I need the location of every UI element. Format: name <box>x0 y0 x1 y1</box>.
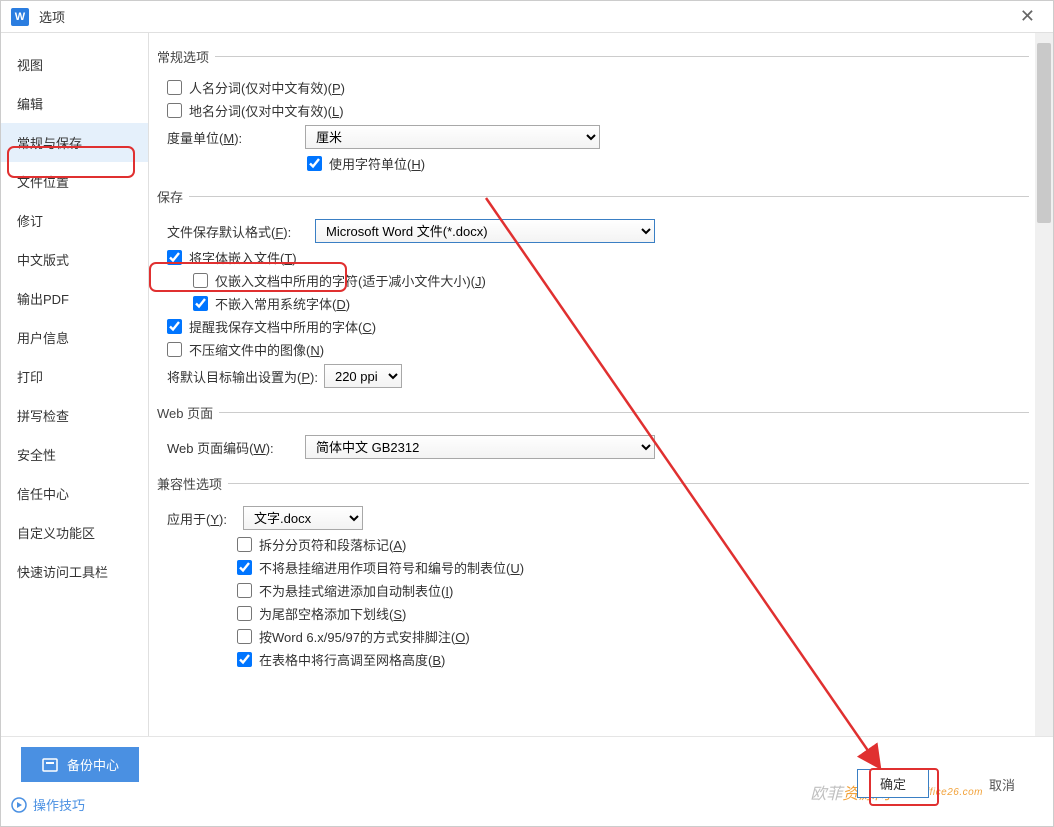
ok-button[interactable]: 确定 <box>857 769 929 798</box>
dialog-body: 视图 编辑 常规与保存 文件位置 修订 中文版式 输出PDF 用户信息 打印 拼… <box>1 33 1053 736</box>
sidebar-item-revise[interactable]: 修订 <box>1 201 148 240</box>
content-scroll[interactable]: 常规选项 人名分词(仅对中文有效)(P) 地名分词(仅对中文有效)(L) 度量单… <box>149 33 1053 736</box>
check-char-unit-box[interactable] <box>307 156 322 171</box>
backup-center-button[interactable]: 备份中心 <box>21 747 139 782</box>
options-dialog: W 选项 ✕ 视图 编辑 常规与保存 文件位置 修订 中文版式 输出PDF 用户… <box>0 0 1054 827</box>
check-embed-used[interactable]: 仅嵌入文档中所用的字符(适于减小文件大小)(J) <box>193 271 1029 290</box>
section-save-legend: 保存 <box>157 187 189 206</box>
bottom-bar: 备份中心 操作技巧 欧菲资源网 www.office26.com 确定 取消 <box>1 736 1053 826</box>
section-general: 常规选项 人名分词(仅对中文有效)(P) 地名分词(仅对中文有效)(L) 度量单… <box>159 47 1029 177</box>
section-general-legend: 常规选项 <box>157 47 215 66</box>
sidebar-item-print[interactable]: 打印 <box>1 357 148 396</box>
check-no-common-box[interactable] <box>193 296 208 311</box>
compat-item-0[interactable]: 拆分分页符和段落标记(A) <box>237 535 1029 554</box>
sidebar-item-spell[interactable]: 拼写检查 <box>1 396 148 435</box>
content-area: 常规选项 人名分词(仅对中文有效)(P) 地名分词(仅对中文有效)(L) 度量单… <box>149 33 1053 736</box>
play-icon <box>11 797 27 813</box>
target-ppi-select[interactable]: 220 ppi <box>324 364 402 388</box>
web-encoding-select[interactable]: 简体中文 GB2312 <box>305 435 655 459</box>
section-compat-legend: 兼容性选项 <box>157 474 228 493</box>
row-unit: 度量单位(M): 厘米 <box>167 125 1029 149</box>
sidebar-item-export-pdf[interactable]: 输出PDF <box>1 279 148 318</box>
check-place-name-box[interactable] <box>167 103 182 118</box>
sidebar-item-qat[interactable]: 快速访问工具栏 <box>1 552 148 591</box>
check-embed-font-box[interactable] <box>167 250 182 265</box>
check-person-name[interactable]: 人名分词(仅对中文有效)(P) <box>167 78 1029 97</box>
sidebar-item-view[interactable]: 视图 <box>1 45 148 84</box>
sidebar-item-general-save[interactable]: 常规与保存 <box>1 123 148 162</box>
tips-link[interactable]: 操作技巧 <box>11 795 85 814</box>
compat-item-5[interactable]: 在表格中将行高调至网格高度(B) <box>237 650 1029 669</box>
check-remind-box[interactable] <box>167 319 182 334</box>
unit-label: 度量单位(M): <box>167 128 305 147</box>
backup-icon <box>41 756 59 774</box>
sidebar: 视图 编辑 常规与保存 文件位置 修订 中文版式 输出PDF 用户信息 打印 拼… <box>1 33 149 736</box>
check-no-compress[interactable]: 不压缩文件中的图像(N) <box>167 340 1029 359</box>
target-ppi-label: 将默认目标输出设置为(P): <box>167 367 318 386</box>
section-compat: 兼容性选项 应用于(Y): 文字.docx 拆分分页符和段落标记(A) 不将悬挂… <box>159 474 1029 673</box>
sidebar-item-file-location[interactable]: 文件位置 <box>1 162 148 201</box>
check-person-name-box[interactable] <box>167 80 182 95</box>
app-icon: W <box>11 8 29 26</box>
check-remind[interactable]: 提醒我保存文档中所用的字体(C) <box>167 317 1029 336</box>
row-web-encoding: Web 页面编码(W): 简体中文 GB2312 <box>167 435 1029 459</box>
section-web-legend: Web 页面 <box>157 403 219 422</box>
sidebar-item-trust[interactable]: 信任中心 <box>1 474 148 513</box>
close-icon[interactable]: ✕ <box>1012 6 1043 27</box>
scrollbar-thumb[interactable] <box>1037 43 1051 223</box>
apply-to-label: 应用于(Y): <box>167 509 237 528</box>
sidebar-item-user-info[interactable]: 用户信息 <box>1 318 148 357</box>
cancel-button[interactable]: 取消 <box>979 771 1025 798</box>
default-format-label: 文件保存默认格式(F): <box>167 222 315 241</box>
default-format-select[interactable]: Microsoft Word 文件(*.docx) <box>315 219 655 243</box>
row-apply-to: 应用于(Y): 文字.docx <box>167 506 1029 530</box>
check-char-unit[interactable]: 使用字符单位(H) <box>307 154 1029 173</box>
check-place-name[interactable]: 地名分词(仅对中文有效)(L) <box>167 101 1029 120</box>
unit-select[interactable]: 厘米 <box>305 125 600 149</box>
title-text: 选项 <box>39 7 65 26</box>
sidebar-item-customize-ribbon[interactable]: 自定义功能区 <box>1 513 148 552</box>
row-default-format: 文件保存默认格式(F): Microsoft Word 文件(*.docx) <box>167 219 1029 243</box>
check-embed-used-box[interactable] <box>193 273 208 288</box>
sidebar-item-cn-layout[interactable]: 中文版式 <box>1 240 148 279</box>
web-encoding-label: Web 页面编码(W): <box>167 438 305 457</box>
apply-to-select[interactable]: 文字.docx <box>243 506 363 530</box>
compat-item-4[interactable]: 按Word 6.x/95/97的方式安排脚注(O) <box>237 627 1029 646</box>
section-web: Web 页面 Web 页面编码(W): 简体中文 GB2312 <box>159 403 1029 464</box>
titlebar: W 选项 ✕ <box>1 1 1053 33</box>
check-embed-font[interactable]: 将字体嵌入文件(T) <box>167 248 1029 267</box>
compat-item-3[interactable]: 为尾部空格添加下划线(S) <box>237 604 1029 623</box>
compat-item-2[interactable]: 不为悬挂式缩进添加自动制表位(I) <box>237 581 1029 600</box>
sidebar-item-security[interactable]: 安全性 <box>1 435 148 474</box>
check-no-compress-box[interactable] <box>167 342 182 357</box>
check-no-common[interactable]: 不嵌入常用系统字体(D) <box>193 294 1029 313</box>
row-target-ppi: 将默认目标输出设置为(P): 220 ppi <box>167 364 1029 388</box>
scrollbar-track[interactable] <box>1035 33 1053 736</box>
compat-item-1[interactable]: 不将悬挂缩进用作项目符号和编号的制表位(U) <box>237 558 1029 577</box>
section-save: 保存 文件保存默认格式(F): Microsoft Word 文件(*.docx… <box>159 187 1029 393</box>
sidebar-item-edit[interactable]: 编辑 <box>1 84 148 123</box>
